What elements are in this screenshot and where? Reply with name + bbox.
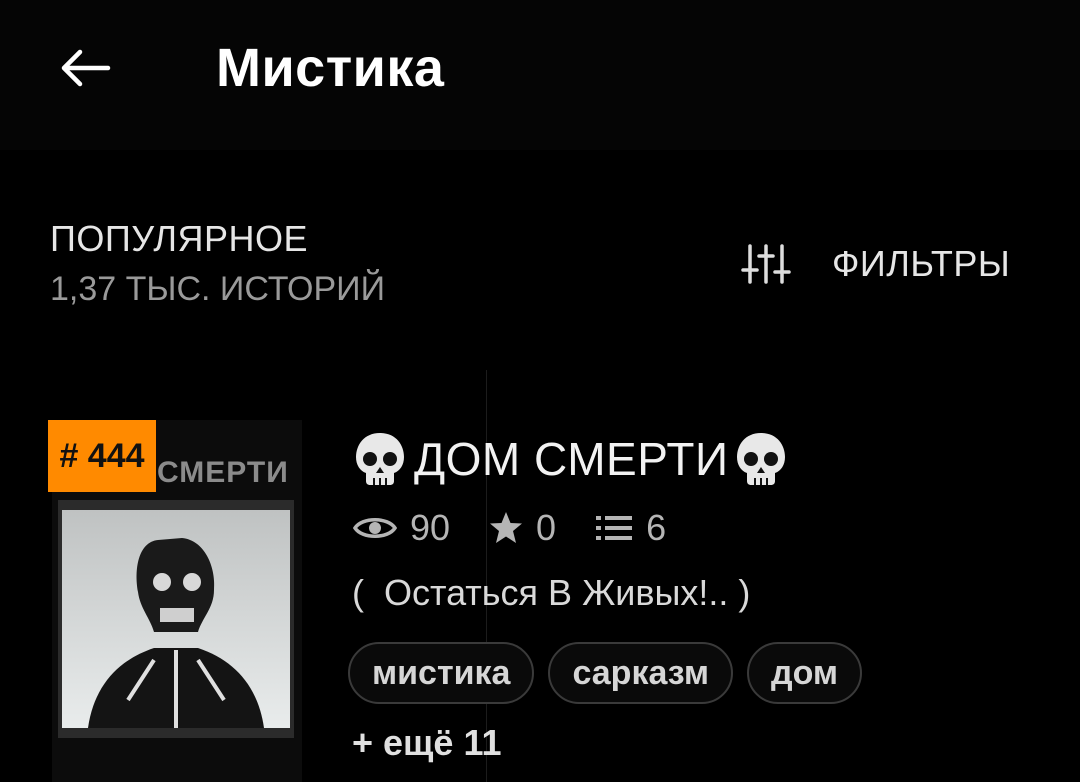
section-title: ПОПУЛЯРНОЕ [50,218,309,259]
tag-sarcasm[interactable]: сарказм [548,642,734,704]
story-title-text: ДОМ СМЕРТИ [414,433,729,485]
app-bar: Мистика [0,0,1080,150]
cover-image [58,500,294,738]
skull-icon [736,433,785,485]
sliders-icon [741,244,791,284]
filters-label: ФИЛЬТРЫ [832,243,1011,284]
screen: Мистика ПОПУЛЯРНОЕ 1,37 ТЫС. ИСТОРИЙ ФИЛ… [0,0,1080,782]
tag-house[interactable]: дом [747,642,863,704]
rank-badge: # 444 [48,420,156,492]
parts-stat: 6 [594,507,666,549]
votes-stat: 0 [488,507,556,549]
arrow-left-icon [61,49,111,87]
views-stat: 90 [352,507,450,549]
votes-count: 0 [536,507,557,548]
parts-count: 6 [646,507,667,548]
filters-button[interactable]: ФИЛЬТРЫ [740,236,1010,292]
eye-icon [352,518,398,538]
cover-title: СМЕРТИ [157,456,289,489]
cover-art [58,500,294,738]
star-icon [490,512,523,543]
tag-list: мистика сарказм дом [348,642,876,704]
skull-icon [356,433,404,485]
page-title: Мистика [216,38,445,98]
story-stats: 90 0 6 [352,504,704,552]
story-description: ( Остаться В Живых!.. ) [352,572,751,613]
more-tags-link[interactable]: + ещё 11 [352,722,502,764]
list-icon [596,516,633,540]
back-button[interactable] [52,36,116,100]
story-count: 1,37 ТЫС. ИСТОРИЙ [50,270,386,308]
story-title[interactable]: ДОМ СМЕРТИ [352,424,789,494]
tag-mystic[interactable]: мистика [348,642,535,704]
rank-label: # 444 [59,436,145,475]
views-count: 90 [410,507,451,548]
